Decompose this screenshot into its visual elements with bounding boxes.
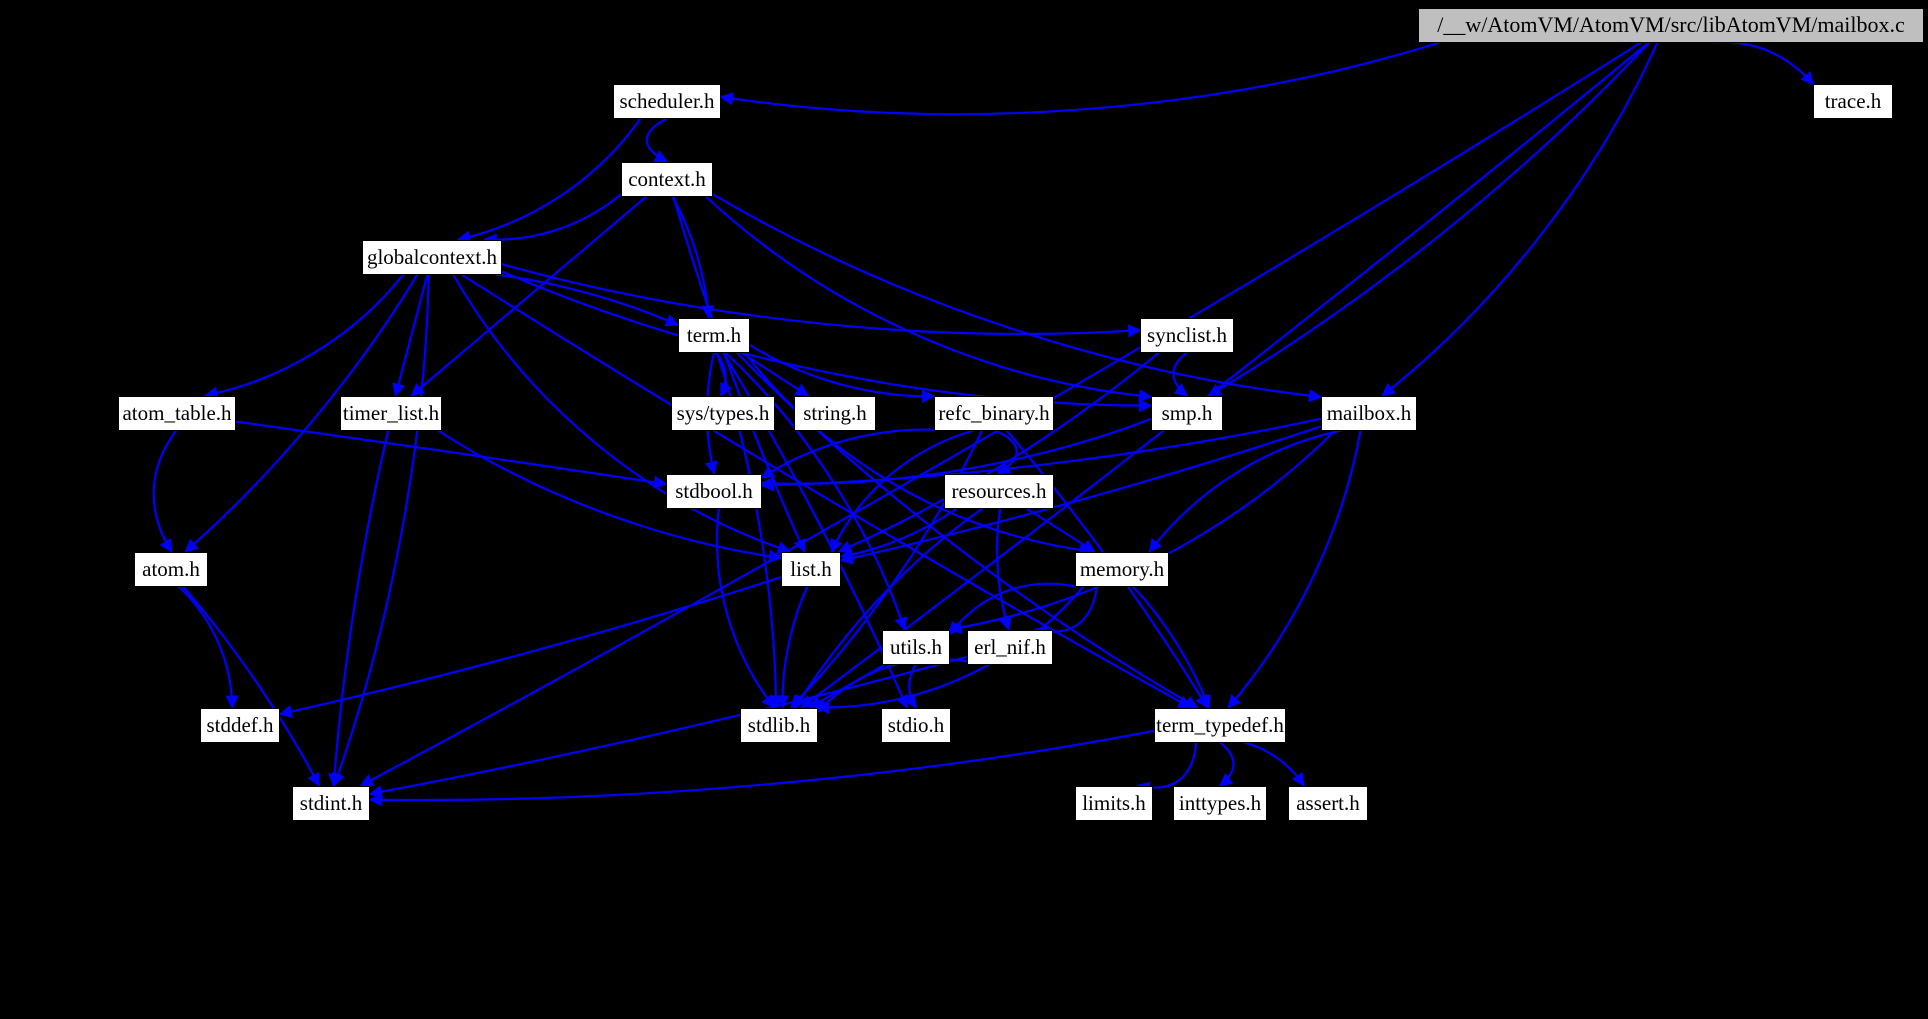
graph-edge-mailbox-h-to-term-typedef-h — [1227, 430, 1362, 709]
graph-node-label: globalcontext.h — [366, 244, 498, 269]
graph-edge-globalcontext-h-to-smp-h — [501, 270, 1153, 413]
graph-node-label: term_typedef.h — [1156, 712, 1284, 737]
graph-node-stdint-h[interactable]: stdint.h — [292, 785, 370, 821]
graph-node-label: assert.h — [1296, 790, 1360, 815]
graph-node-label: context.h — [628, 166, 706, 191]
graph-node-label: inttypes.h — [1178, 790, 1262, 815]
graph-edge-timer-list-h-to-stdint-h — [328, 430, 390, 787]
graph-edge-globalcontext-h-to-term-typedef-h — [460, 273, 1192, 709]
graph-node-label: /__w/AtomVM/AtomVM/src/libAtomVM/mailbox… — [1437, 12, 1905, 37]
graph-node-label: synclist.h — [1147, 322, 1227, 347]
graph-node-label: string.h — [803, 400, 867, 425]
graph-node-smp-h[interactable]: smp.h — [1151, 395, 1223, 431]
graph-node-label: mailbox.h — [1326, 400, 1412, 425]
graph-node-label: memory.h — [1079, 556, 1165, 581]
graph-node-label: sys/types.h — [676, 400, 770, 425]
graph-edges-layer — [152, 40, 1814, 807]
graph-node-stdbool-h[interactable]: stdbool.h — [666, 473, 762, 509]
graph-edge-term-h-to-memory-h — [743, 351, 1093, 557]
graph-node-stdlib-h[interactable]: stdlib.h — [740, 707, 818, 743]
graph-edge-globalcontext-h-to-synclist-h — [501, 263, 1142, 338]
graph-node-label: resources.h — [951, 478, 1047, 503]
graph-node-label: stddef.h — [206, 712, 274, 737]
graph-node-label: stdio.h — [887, 712, 945, 737]
graph-node-label: atom.h — [142, 556, 200, 581]
graph-node-atom-table-h[interactable]: atom_table.h — [118, 395, 236, 431]
graph-node-erl-nif-h[interactable]: erl_nif.h — [967, 629, 1053, 665]
graph-node-list-h[interactable]: list.h — [781, 551, 841, 587]
graph-node-timer-list-h[interactable]: timer_list.h — [340, 395, 442, 431]
graph-node-assert-h[interactable]: assert.h — [1288, 785, 1368, 821]
graph-node-scheduler-h[interactable]: scheduler.h — [613, 83, 721, 119]
graph-edge-term-typedef-h-to-assert-h — [1243, 741, 1305, 787]
graph-edge-memory-h-to-term-typedef-h — [1132, 585, 1211, 709]
graph-node-label: stdlib.h — [747, 712, 811, 737]
graph-edge-stdbool-h-to-stdlib-h — [715, 508, 775, 709]
graph-edge-atom-table-h-to-stdbool-h — [235, 420, 668, 489]
include-dependency-graph: /__w/AtomVM/AtomVM/src/libAtomVM/mailbox… — [0, 0, 1928, 1019]
graph-edge-context-h-to-timer-list-h — [410, 195, 648, 397]
graph-node-label: list.h — [790, 556, 832, 581]
graph-node-context-h[interactable]: context.h — [621, 161, 713, 197]
graph-edge-scheduler-h-to-context-h — [645, 117, 669, 163]
graph-node-label: scheduler.h — [619, 88, 715, 113]
graph-node-label: smp.h — [1161, 400, 1213, 425]
graph-node-label: limits.h — [1082, 790, 1146, 815]
graph-node-label: erl_nif.h — [974, 634, 1046, 659]
graph-edge-globalcontext-h-to-atom-table-h — [204, 273, 405, 400]
graph-node-sys-types-h[interactable]: sys/types.h — [671, 395, 775, 431]
graph-edge-mailbox-h-to-memory-h — [1148, 429, 1342, 553]
graph-node-resources-h[interactable]: resources.h — [944, 473, 1054, 509]
graph-node-label: timer_list.h — [342, 400, 440, 425]
graph-edge-list-h-to-stdlib-h — [775, 586, 809, 709]
graph-node-stddef-h[interactable]: stddef.h — [200, 707, 280, 743]
graph-edge-mailbox-c-to-trace-h — [1712, 40, 1814, 86]
graph-node-label: refc_binary.h — [938, 400, 1050, 425]
graph-edge-atom-table-h-to-atom-h — [152, 429, 178, 553]
graph-node-mailbox-h[interactable]: mailbox.h — [1321, 395, 1417, 431]
graph-edge-term-typedef-h-to-limits-h — [1136, 742, 1198, 795]
graph-node-utils-h[interactable]: utils.h — [882, 629, 950, 665]
graph-node-trace-h[interactable]: trace.h — [1813, 83, 1893, 119]
graph-node-label: atom_table.h — [122, 400, 232, 425]
graph-node-refc-binary-h[interactable]: refc_binary.h — [934, 395, 1054, 431]
graph-edge-scheduler-h-to-globalcontext-h — [457, 117, 642, 244]
graph-node-label: term.h — [686, 322, 742, 347]
graph-edge-resources-h-to-erl-nif-h — [995, 508, 1012, 631]
graph-node-synclist-h[interactable]: synclist.h — [1140, 317, 1234, 353]
graph-node-term-typedef-h[interactable]: term_typedef.h — [1154, 707, 1286, 743]
graph-node-string-h[interactable]: string.h — [794, 395, 876, 431]
graph-edge-mailbox-c-to-scheduler-h — [719, 41, 1441, 116]
graph-edge-mailbox-c-to-stdlib-h — [800, 41, 1650, 709]
graph-node-globalcontext-h[interactable]: globalcontext.h — [362, 239, 502, 275]
graph-edge-term-typedef-h-to-inttypes-h — [1218, 741, 1235, 787]
graph-node-label: stdbool.h — [675, 478, 753, 503]
graph-edge-term-h-to-refc-binary-h — [749, 344, 936, 404]
graph-node-label: trace.h — [1824, 88, 1882, 113]
graph-node-term-h[interactable]: term.h — [678, 317, 750, 353]
graph-edge-mailbox-c-to-mailbox-h — [1381, 42, 1659, 397]
graph-edge-globalcontext-h-to-stdint-h — [331, 274, 430, 787]
graph-node-stdio-h[interactable]: stdio.h — [881, 707, 951, 743]
graph-edge-atom-h-to-stddef-h — [177, 585, 239, 709]
graph-node-label: utils.h — [890, 634, 942, 659]
graph-node-memory-h[interactable]: memory.h — [1075, 551, 1169, 587]
graph-node-inttypes-h[interactable]: inttypes.h — [1173, 785, 1267, 821]
graph-node-atom-h[interactable]: atom.h — [134, 551, 208, 587]
graph-node-label: stdint.h — [299, 790, 363, 815]
graph-node-mailbox-c[interactable]: /__w/AtomVM/AtomVM/src/libAtomVM/mailbox… — [1418, 7, 1924, 43]
graph-node-limits-h[interactable]: limits.h — [1075, 785, 1153, 821]
